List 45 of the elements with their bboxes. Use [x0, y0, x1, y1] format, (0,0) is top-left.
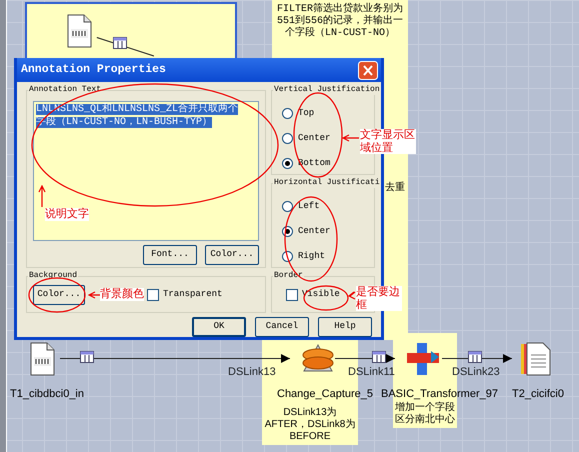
link-icon: [372, 351, 386, 363]
annotation-label: 文字显示区域位置: [360, 129, 416, 154]
arrowhead-icon: [503, 354, 512, 363]
annotation-label: 背景颜色: [100, 288, 144, 301]
link-label: DSLink13: [228, 365, 276, 380]
stage-label: Change_Capture_5: [277, 387, 374, 402]
dialog-button[interactable]: Color...: [205, 245, 259, 265]
radio-option[interactable]: Center: [282, 132, 330, 144]
transformer-stage-icon[interactable]: [405, 341, 441, 377]
dialog-title: Annotation Properties: [21, 62, 166, 78]
arrow: [38, 185, 46, 208]
checkbox-option[interactable]: Transparent: [147, 288, 222, 302]
radio-option[interactable]: Top: [282, 107, 314, 119]
stage-label: T2_cicifci0: [512, 387, 564, 402]
annotation-label: 说明文字: [45, 208, 89, 221]
radio-option[interactable]: Center: [282, 225, 330, 237]
arrowhead-icon: [281, 354, 290, 363]
dialog-button[interactable]: OK: [192, 317, 246, 337]
dialog-button[interactable]: Font...: [143, 245, 197, 265]
note-text: 去重: [385, 182, 405, 193]
stage-label: T1_cibdbci0_in: [10, 387, 84, 402]
color-button[interactable]: Color...: [33, 284, 85, 304]
link-icon: [113, 37, 127, 49]
link-icon: [80, 351, 94, 363]
close-icon[interactable]: [358, 60, 378, 80]
link-label: DSLink23: [452, 365, 500, 380]
note-text: FILTER筛选出贷款业务别为551到556的记录，并输出一个字段（LN-CUST-NO）: [276, 4, 403, 39]
dialog-button[interactable]: Help: [318, 317, 372, 337]
dialog-button[interactable]: Cancel: [255, 317, 309, 337]
group-label: Background: [28, 271, 78, 281]
radio-option[interactable]: Right: [282, 250, 326, 262]
arrow: [342, 133, 360, 143]
stage-label: BASIC_Transformer_97: [381, 387, 498, 402]
note-text: DSLink13为AFTER，DSLink8为BEFORE: [264, 407, 356, 443]
arrowhead-icon: [386, 354, 395, 363]
link-label: DSLink11: [348, 365, 395, 380]
hand-drawn-ellipse: [28, 277, 88, 313]
arrow: [348, 289, 357, 301]
group-label: Horizontal Justificati: [273, 178, 381, 188]
link-icon: [468, 351, 482, 363]
group-label: Vertical Justification: [273, 85, 381, 95]
arrow: [88, 290, 101, 300]
radio-option[interactable]: Left: [282, 200, 320, 212]
note-text: 增加一个字段区分南北中心: [395, 402, 455, 426]
annotation-label: 是否要边框: [356, 286, 402, 312]
